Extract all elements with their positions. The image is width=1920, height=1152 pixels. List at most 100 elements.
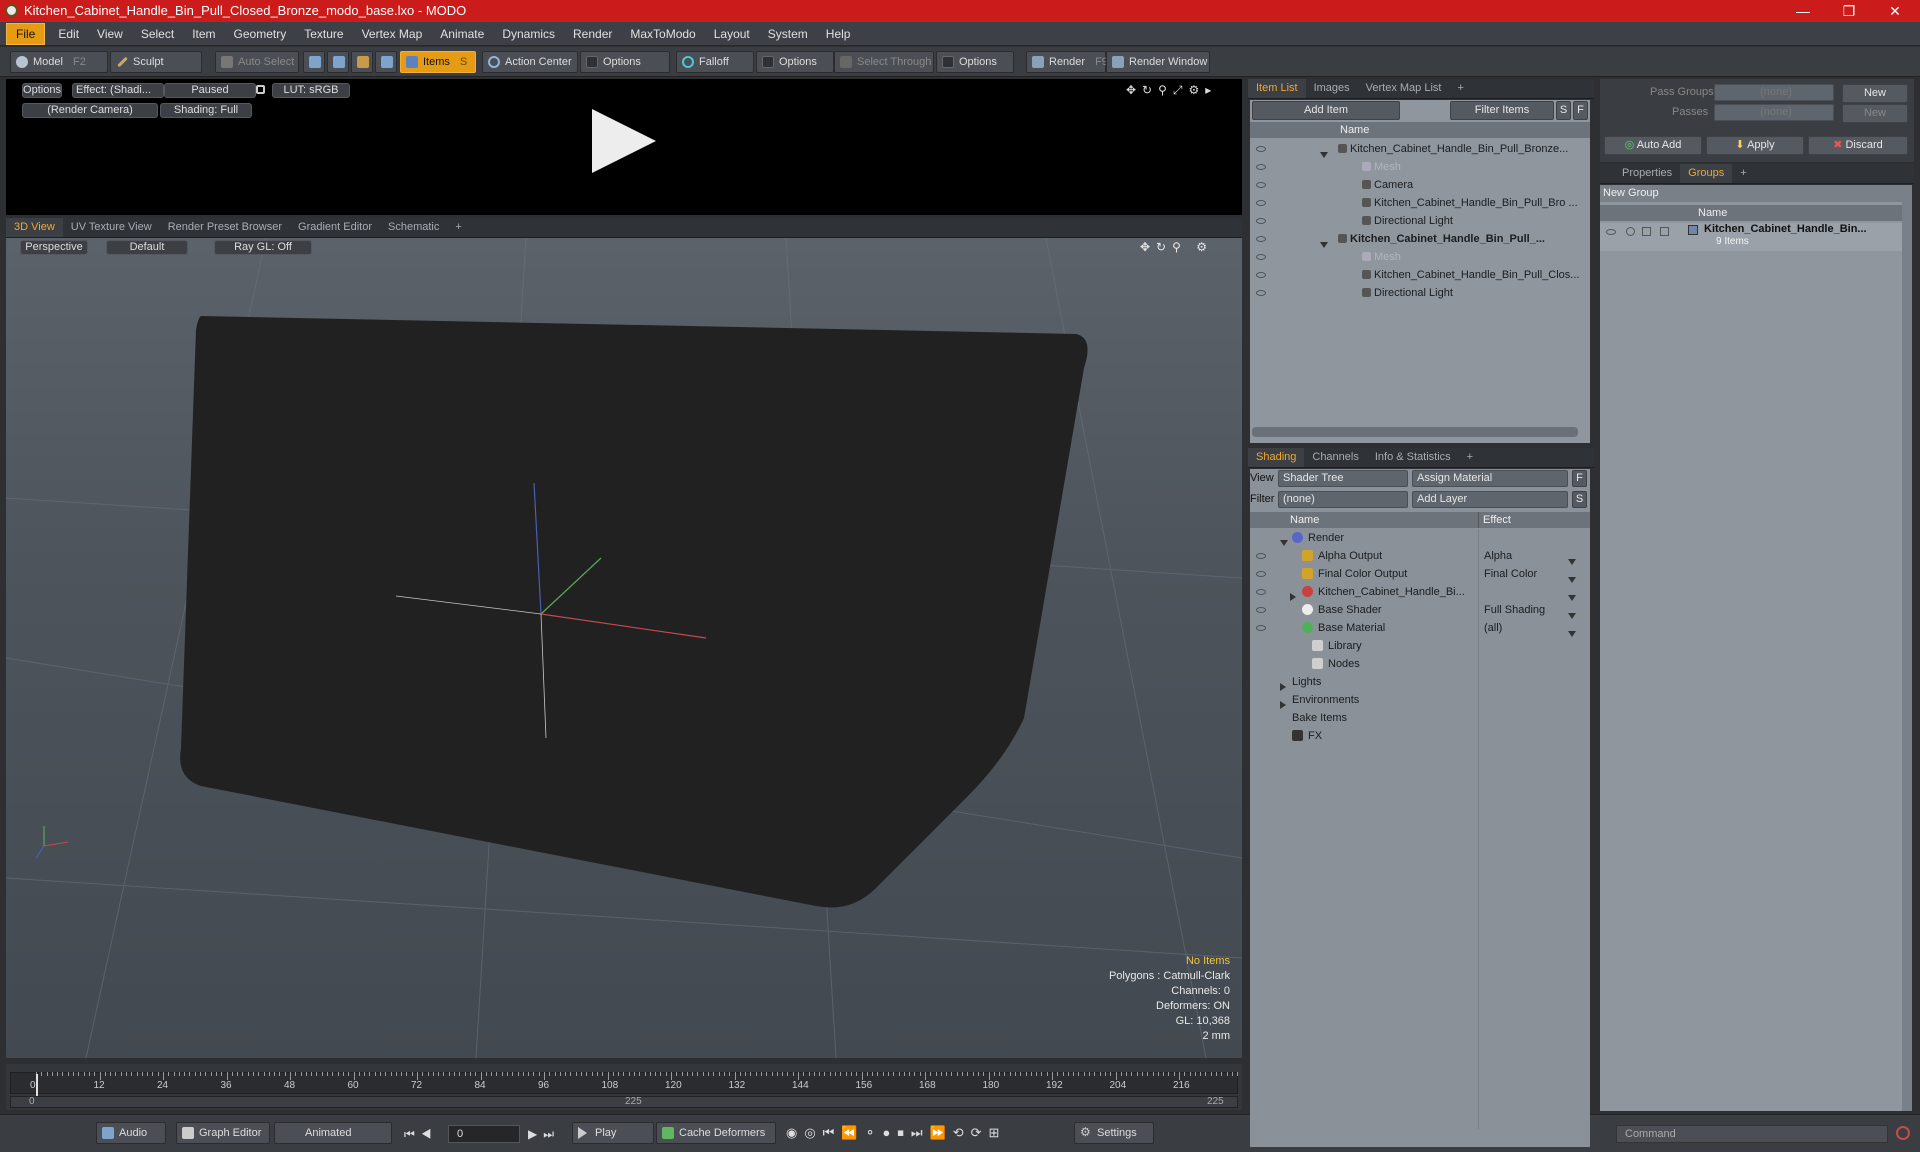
menu-view[interactable]: View xyxy=(88,23,132,46)
shading-f-button[interactable]: F xyxy=(1572,470,1587,487)
item-list-row[interactable]: Kitchen_Cabinet_Handle_Bin_Pull_Bro ... xyxy=(1250,194,1580,212)
eye-icon[interactable] xyxy=(1256,607,1266,613)
cabinet-handle-mesh[interactable] xyxy=(180,316,1088,908)
render-camera-dropdown[interactable]: (Render Camera) xyxy=(22,103,158,118)
tab-3d-view[interactable]: 3D View xyxy=(6,218,63,237)
vertices-mode-button[interactable] xyxy=(303,51,325,73)
preview-nav-icons[interactable]: ✥↻⚲⤢⚙▸ xyxy=(1126,83,1217,98)
new-pass-group-button[interactable]: New xyxy=(1842,84,1908,103)
auto-select-button[interactable]: Auto Select xyxy=(215,51,299,73)
eye-icon[interactable] xyxy=(1256,146,1266,152)
raygl-dropdown[interactable]: Ray GL: Off xyxy=(214,240,312,255)
eye-icon[interactable] xyxy=(1256,236,1266,242)
menu-system[interactable]: System xyxy=(759,23,817,46)
groups-scrollbar[interactable] xyxy=(1902,185,1912,1111)
lut-dropdown[interactable]: LUT: sRGB xyxy=(272,83,350,98)
timeline-playhead[interactable] xyxy=(36,1074,38,1096)
command-stop-icon[interactable] xyxy=(1896,1126,1910,1140)
polygons-mode-button[interactable] xyxy=(351,51,373,73)
eye-icon[interactable] xyxy=(1256,218,1266,224)
shader-tree-row[interactable]: Final Color Output Final Color xyxy=(1250,565,1580,584)
action-center-options-button[interactable]: Options xyxy=(580,51,670,73)
menu-geometry[interactable]: Geometry xyxy=(225,23,296,46)
filter-dropdown[interactable]: (none) xyxy=(1278,491,1408,508)
shader-effect-value[interactable]: Full Shading xyxy=(1484,601,1545,619)
audio-button[interactable]: Audio xyxy=(96,1122,166,1144)
eye-icon[interactable] xyxy=(1256,272,1266,278)
tab-add-shading[interactable]: + xyxy=(1459,448,1481,467)
restore-button[interactable]: ❐ xyxy=(1826,0,1872,22)
item-list-row[interactable]: Kitchen_Cabinet_Handle_Bin_Pull_... xyxy=(1250,230,1580,249)
apply-button[interactable]: ⬇ Apply xyxy=(1706,136,1804,155)
render-button[interactable]: Render F9 xyxy=(1026,51,1108,73)
shader-effect-value[interactable]: Final Color xyxy=(1484,565,1537,583)
view-shader-tree-dropdown[interactable]: Shader Tree xyxy=(1278,470,1408,487)
group-row[interactable]: Kitchen_Cabinet_Handle_Bin... 9 Items xyxy=(1600,223,1902,251)
select-toggle-icon[interactable] xyxy=(1660,227,1669,236)
item-list-hscrollbar[interactable] xyxy=(1252,427,1578,437)
passes-dropdown[interactable]: (none) xyxy=(1714,104,1834,121)
menu-maxtomodo[interactable]: MaxToModo xyxy=(621,23,704,46)
eye-icon[interactable] xyxy=(1256,553,1266,559)
play-preview-icon[interactable] xyxy=(592,109,656,173)
eye-icon[interactable] xyxy=(1256,625,1266,631)
materials-mode-button[interactable] xyxy=(375,51,397,73)
eye-icon[interactable] xyxy=(1256,254,1266,260)
eye-icon[interactable] xyxy=(1256,164,1266,170)
menu-help[interactable]: Help xyxy=(817,23,860,46)
assign-material-button[interactable]: Assign Material xyxy=(1412,470,1568,487)
items-mode-button[interactable]: Items S xyxy=(400,51,476,73)
add-layer-dropdown[interactable]: Add Layer xyxy=(1412,491,1568,508)
falloff-options-button[interactable]: Options xyxy=(756,51,834,73)
settings-button[interactable]: ⚙ Settings xyxy=(1074,1122,1154,1144)
preview-effect-dropdown[interactable]: Effect: (Shadi... xyxy=(72,83,164,98)
render-preview[interactable]: Options Effect: (Shadi... Paused LUT: sR… xyxy=(6,79,1242,215)
perspective-dropdown[interactable]: Perspective xyxy=(20,240,88,255)
transport-next-icons[interactable]: ▶⏭ xyxy=(528,1127,560,1142)
minimize-button[interactable]: — xyxy=(1780,0,1826,22)
add-item-button[interactable]: Add Item xyxy=(1252,101,1400,120)
item-list-row[interactable]: Kitchen_Cabinet_Handle_Bin_Pull_Clos... xyxy=(1250,266,1580,284)
tab-shading[interactable]: Shading xyxy=(1248,448,1305,467)
eye-icon[interactable] xyxy=(1256,571,1266,577)
shader-tree-row[interactable]: FX xyxy=(1250,727,1580,745)
menu-animate[interactable]: Animate xyxy=(431,23,493,46)
tab-add[interactable]: + xyxy=(447,218,469,237)
item-list-row[interactable]: Mesh xyxy=(1250,158,1580,176)
eye-icon[interactable] xyxy=(1606,229,1616,235)
item-list-row[interactable]: Directional Light xyxy=(1250,212,1580,230)
render-toggle-icon[interactable] xyxy=(1626,227,1635,236)
auto-add-button[interactable]: ◎ Auto Add xyxy=(1604,136,1702,155)
falloff-button[interactable]: Falloff xyxy=(676,51,754,73)
item-list-s-button[interactable]: S xyxy=(1556,101,1571,120)
lock-icon[interactable] xyxy=(256,85,265,94)
tab-add-groups[interactable]: + xyxy=(1732,164,1754,183)
model-mode-button[interactable]: Model F2 xyxy=(10,51,108,73)
new-pass-button[interactable]: New xyxy=(1842,104,1908,123)
command-input[interactable]: Command xyxy=(1616,1125,1888,1143)
shader-tree-row[interactable]: Base Material (all) xyxy=(1250,619,1580,638)
3d-viewport[interactable]: Perspective Default Ray GL: Off ✥↻⚲ ⚙ No… xyxy=(6,238,1242,1058)
menu-edit[interactable]: Edit xyxy=(49,23,88,46)
tab-add-item-panel[interactable]: + xyxy=(1449,79,1471,98)
shader-tree-row[interactable]: Nodes xyxy=(1250,655,1580,673)
edges-mode-button[interactable] xyxy=(327,51,349,73)
default-shading-dropdown[interactable]: Default xyxy=(106,240,188,255)
filter-items-input[interactable]: Filter Items xyxy=(1450,101,1554,120)
shading-s-button[interactable]: S xyxy=(1572,491,1587,508)
tab-schematic[interactable]: Schematic xyxy=(380,218,447,237)
shader-tree-row[interactable]: Alpha Output Alpha xyxy=(1250,547,1580,566)
key-tools-icons[interactable]: ◉◎⏮⏪⚬●⏹⏭⏩⟲⟳⊞ xyxy=(786,1125,1006,1141)
new-group-button[interactable]: New Group xyxy=(1600,185,1902,202)
viewport-nav-icons[interactable]: ✥↻⚲ ⚙ xyxy=(1140,240,1213,254)
menu-layout[interactable]: Layout xyxy=(705,23,759,46)
play-button[interactable]: Play xyxy=(572,1122,654,1144)
lock-toggle-icon[interactable] xyxy=(1642,227,1651,236)
menu-file[interactable]: File xyxy=(6,23,46,45)
shader-effect-value[interactable]: Alpha xyxy=(1484,547,1512,565)
preview-paused-button[interactable]: Paused xyxy=(164,83,256,98)
tab-render-preset-browser[interactable]: Render Preset Browser xyxy=(160,218,290,237)
item-list-row[interactable]: Camera xyxy=(1250,176,1580,194)
eye-icon[interactable] xyxy=(1256,200,1266,206)
tab-channels[interactable]: Channels xyxy=(1304,448,1366,467)
